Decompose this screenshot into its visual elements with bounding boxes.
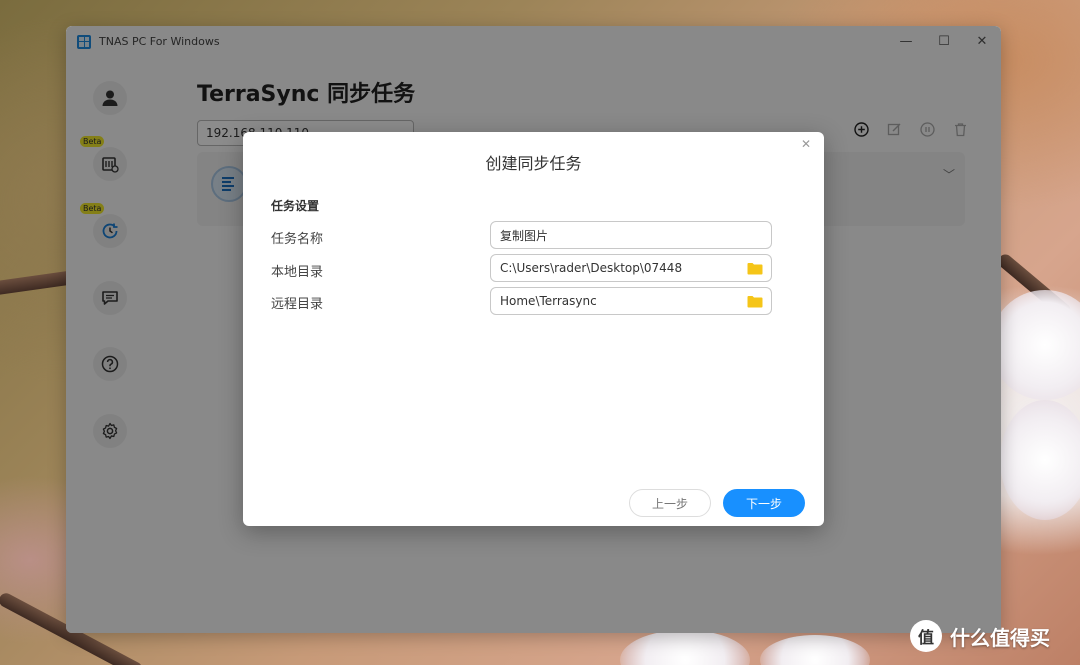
local-directory-label: 本地目录 — [271, 265, 324, 280]
background-blossom — [990, 290, 1080, 400]
remote-directory-value: Home\Terrasync — [500, 294, 597, 308]
site-watermark: 值 什么值得买 — [910, 620, 1050, 652]
folder-icon[interactable] — [747, 262, 763, 275]
create-sync-task-dialog: 创建同步任务 ✕ 任务设置 任务名称 复制图片 本地目录 C:\Users\ra… — [243, 132, 824, 526]
previous-step-button[interactable]: 上一步 — [629, 489, 711, 517]
dialog-title: 创建同步任务 — [485, 154, 582, 173]
task-name-input[interactable]: 复制图片 — [490, 221, 772, 249]
background-blossom — [760, 635, 870, 665]
watermark-logo-icon: 值 — [910, 620, 942, 652]
task-name-value: 复制图片 — [500, 228, 549, 243]
background-blossom — [1000, 400, 1080, 520]
task-name-label: 任务名称 — [271, 232, 324, 247]
section-title: 任务设置 — [271, 199, 320, 213]
dialog-close-icon[interactable]: ✕ — [801, 137, 811, 151]
watermark-text: 什么值得买 — [950, 625, 1050, 650]
remote-directory-label: 远程目录 — [271, 297, 324, 312]
local-directory-input[interactable]: C:\Users\rader\Desktop\07448 — [490, 254, 772, 282]
remote-directory-input[interactable]: Home\Terrasync — [490, 287, 772, 315]
next-step-button[interactable]: 下一步 — [723, 489, 805, 517]
background-blossom — [620, 630, 750, 665]
folder-icon[interactable] — [747, 295, 763, 308]
local-directory-value: C:\Users\rader\Desktop\07448 — [500, 261, 683, 275]
